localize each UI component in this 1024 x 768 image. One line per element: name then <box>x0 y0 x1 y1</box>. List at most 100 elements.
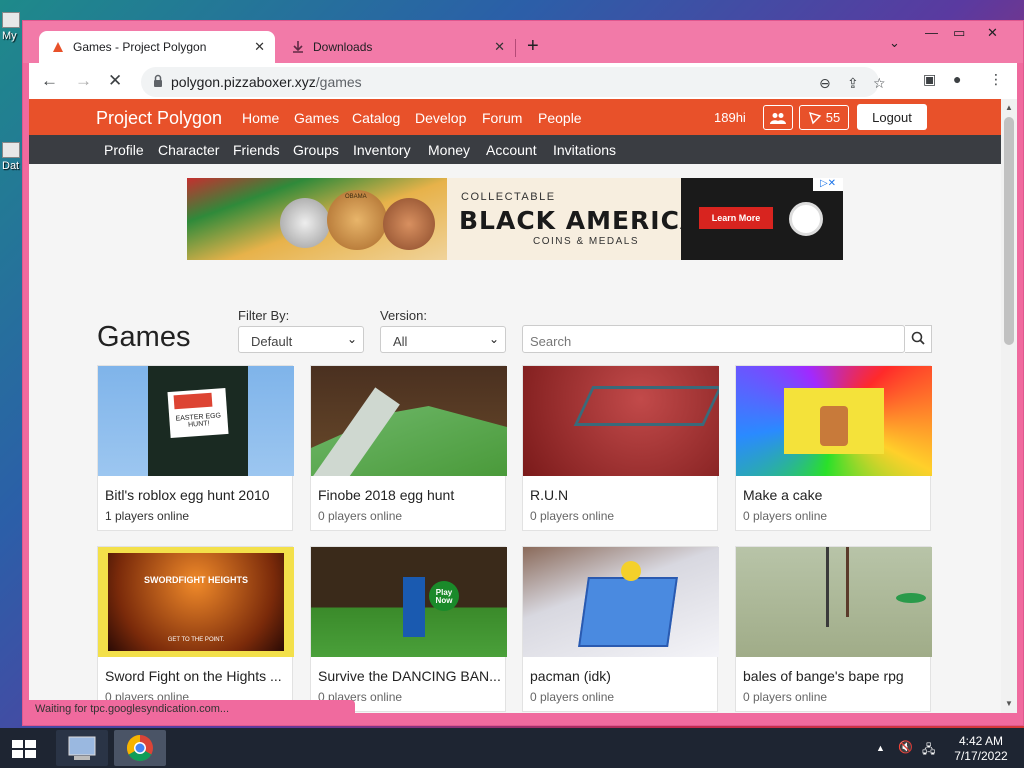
clock-time: 4:42 AM <box>958 734 1004 748</box>
version-select[interactable]: All ⌄ <box>380 326 506 353</box>
new-tab-button[interactable]: + <box>527 35 539 58</box>
game-players-online: 0 players online <box>530 509 615 523</box>
search-input[interactable]: Search <box>522 325 905 353</box>
close-tab-icon[interactable]: ✕ <box>494 39 505 55</box>
subnav-inventory[interactable]: Inventory <box>353 142 411 158</box>
logout-button[interactable]: Logout <box>857 104 927 130</box>
subnav-invitations[interactable]: Invitations <box>553 142 616 158</box>
share-icon[interactable]: ⇪ <box>847 75 859 92</box>
game-thumbnail[interactable] <box>523 547 719 657</box>
nav-develop[interactable]: Develop <box>415 110 466 126</box>
game-name[interactable]: Finobe 2018 egg hunt <box>318 487 502 503</box>
search-button[interactable] <box>905 325 932 353</box>
subnav-profile[interactable]: Profile <box>104 142 144 158</box>
scrollbar-thumb[interactable] <box>1004 117 1014 345</box>
game-thumbnail[interactable] <box>523 366 719 476</box>
profile-avatar-icon[interactable]: ● <box>953 71 961 87</box>
taskbar-explorer-button[interactable] <box>56 730 108 766</box>
game-thumbnail[interactable] <box>736 547 932 657</box>
currency-button[interactable]: 55 <box>799 105 849 130</box>
browser-toolbar: ← → ✕ polygon.pizzaboxer.xyz/games ⊖ ⇪ ☆… <box>29 63 1017 99</box>
username-label[interactable]: 189hi <box>714 110 746 125</box>
game-thumbnail[interactable] <box>736 366 932 476</box>
nav-games[interactable]: Games <box>294 110 339 126</box>
site-top-nav: Project Polygon Home Games Catalog Devel… <box>29 99 1001 135</box>
game-card[interactable]: EASTER EGG HUNT! Bitl's roblox egg hunt … <box>97 365 294 531</box>
status-bubble: Waiting for tpc.googlesyndication.com... <box>29 700 355 720</box>
chevron-down-icon: ⌄ <box>488 332 499 346</box>
game-card[interactable]: R.U.N 0 players online <box>522 365 719 531</box>
nav-people[interactable]: People <box>538 110 582 126</box>
subnav-account[interactable]: Account <box>486 142 537 158</box>
tab-strip: Games - Project Polygon ✕ Downloads ✕ + … <box>23 21 1023 63</box>
game-name[interactable]: pacman (idk) <box>530 668 714 684</box>
site-brand[interactable]: Project Polygon <box>96 108 222 129</box>
url-text[interactable]: polygon.pizzaboxer.xyz/games <box>171 74 362 90</box>
game-card[interactable]: SWORDFIGHT HEIGHTS GET TO THE POINT. Swo… <box>97 546 294 712</box>
close-window-button[interactable]: ✕ <box>987 25 998 41</box>
desktop-icon-data[interactable]: Dat <box>2 142 24 172</box>
subnav-groups[interactable]: Groups <box>293 142 339 158</box>
game-thumbnail[interactable] <box>311 366 507 476</box>
nav-home[interactable]: Home <box>242 110 279 126</box>
nav-catalog[interactable]: Catalog <box>352 110 400 126</box>
game-name[interactable]: R.U.N <box>530 487 714 503</box>
thumbnail-tagline: GET TO THE POINT. <box>167 637 225 643</box>
taskbar-chrome-button[interactable] <box>114 730 166 766</box>
site-sub-nav: Profile Character Friends Groups Invento… <box>29 135 1001 164</box>
computer-icon <box>68 736 96 760</box>
zoom-icon[interactable]: ⊖ <box>819 75 831 92</box>
ad-choices-icon[interactable]: ▷✕ <box>813 178 843 191</box>
back-button[interactable]: ← <box>41 71 58 91</box>
subnav-money[interactable]: Money <box>428 142 470 158</box>
stop-loading-icon[interactable]: ✕ <box>108 71 122 91</box>
address-bar[interactable]: polygon.pizzaboxer.xyz/games ⊖ ⇪ ☆ <box>141 67 886 97</box>
game-card[interactable]: Make a cake 0 players online <box>735 365 932 531</box>
advertisement-banner[interactable]: OBAMA COLLECTABLE BLACK AMERICAN COINS &… <box>187 178 843 260</box>
game-name[interactable]: Sword Fight on the Hights ... <box>105 668 289 684</box>
subnav-friends[interactable]: Friends <box>233 142 280 158</box>
desktop-icon-label: My <box>2 30 17 42</box>
network-icon[interactable]: 🖧 <box>922 740 935 761</box>
nav-forum[interactable]: Forum <box>482 110 522 126</box>
game-card[interactable]: Finobe 2018 egg hunt 0 players online <box>310 365 507 531</box>
tab-search-chevron-icon[interactable]: ⌄ <box>889 35 900 51</box>
game-thumbnail[interactable]: EASTER EGG HUNT! <box>98 366 294 476</box>
game-name[interactable]: bales of bange's bape rpg <box>743 668 927 684</box>
subnav-character[interactable]: Character <box>158 142 219 158</box>
game-name[interactable]: Make a cake <box>743 487 927 503</box>
side-panel-icon[interactable]: ▣ <box>923 71 936 88</box>
folder-icon <box>2 142 20 158</box>
windows-start-icon[interactable] <box>10 738 38 760</box>
coin-label: OBAMA <box>345 194 367 200</box>
tab-games[interactable]: Games - Project Polygon ✕ <box>39 31 275 63</box>
game-card[interactable]: pacman (idk) 0 players online <box>522 546 719 712</box>
scroll-down-icon[interactable]: ▼ <box>1005 699 1013 708</box>
game-card[interactable]: Play Now Survive the DANCING BAN... 0 pl… <box>310 546 507 712</box>
maximize-button[interactable]: ▭ <box>953 25 965 41</box>
friends-button[interactable] <box>763 105 793 130</box>
game-thumbnail[interactable]: Play Now <box>311 547 507 657</box>
system-clock[interactable]: 4:42 AM 7/17/2022 <box>950 734 1012 764</box>
game-name[interactable]: Survive the DANCING BAN... <box>318 668 502 684</box>
game-thumbnail[interactable]: SWORDFIGHT HEIGHTS GET TO THE POINT. <box>98 547 294 657</box>
tab-separator <box>515 39 516 57</box>
volume-muted-icon[interactable]: 🔇 <box>898 740 913 754</box>
game-card[interactable]: bales of bange's bape rpg 0 players onli… <box>735 546 932 712</box>
filter-select[interactable]: Default ⌄ <box>238 326 364 353</box>
tab-downloads[interactable]: Downloads ✕ <box>279 31 515 63</box>
ad-learn-more-button[interactable]: Learn More <box>699 207 773 229</box>
forward-button[interactable]: → <box>75 71 92 91</box>
close-tab-icon[interactable]: ✕ <box>254 39 265 55</box>
minimize-button[interactable]: — <box>925 25 938 40</box>
game-name[interactable]: Bitl's roblox egg hunt 2010 <box>105 487 289 503</box>
page-scrollbar[interactable]: ▲ ▼ <box>1001 99 1017 713</box>
menu-kebab-icon[interactable]: ⋮ <box>989 71 1003 88</box>
bookmark-star-icon[interactable]: ☆ <box>873 75 886 92</box>
tray-overflow-icon[interactable]: ▲ <box>876 743 885 753</box>
download-icon <box>293 41 303 53</box>
scroll-up-icon[interactable]: ▲ <box>1005 103 1013 112</box>
desktop-icon-my-computer[interactable]: My <box>2 12 24 42</box>
lock-icon[interactable] <box>153 74 163 88</box>
thumbnail-title: SWORDFIGHT HEIGHTS <box>144 575 248 585</box>
